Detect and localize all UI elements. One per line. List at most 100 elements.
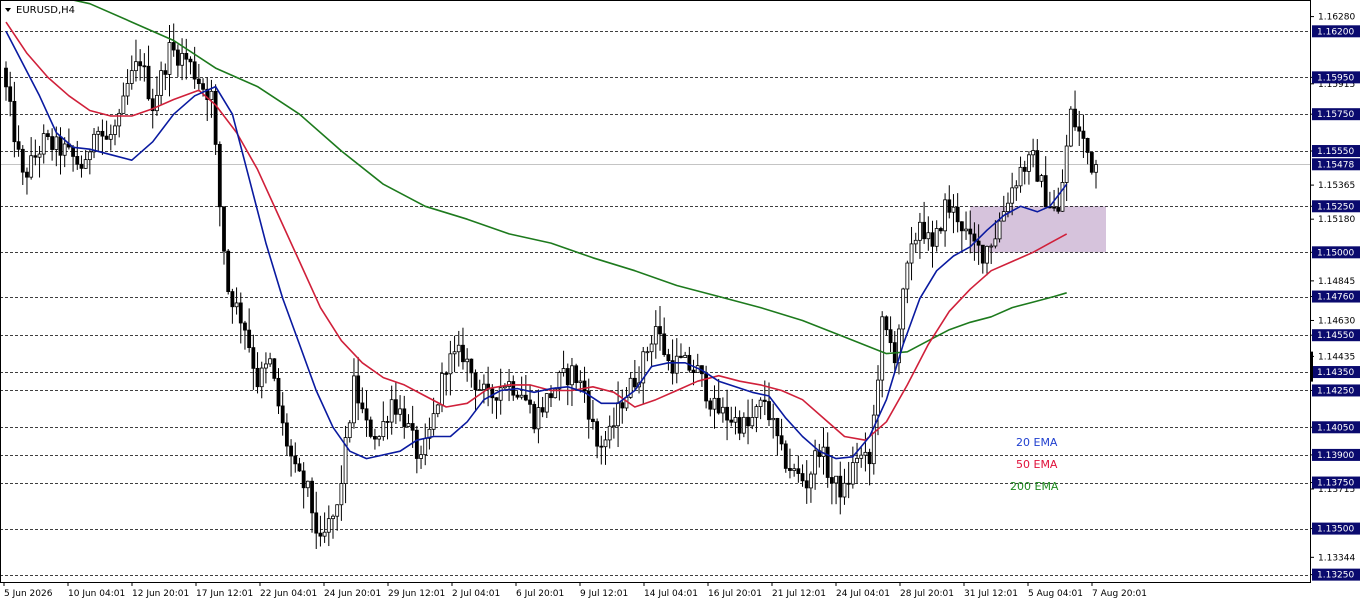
candle-body [226, 250, 231, 292]
candle-body [876, 379, 880, 416]
price-chart[interactable]: 1.162801.159501.159151.157501.155501.153… [0, 0, 1362, 603]
candle-body [574, 365, 579, 383]
candle-body [951, 206, 956, 213]
legend-entry: 50 EMA [1016, 458, 1058, 471]
candle-body [913, 239, 918, 245]
candle-body [674, 355, 679, 374]
x-tick-label: 17 Jun 12:01 [196, 589, 253, 599]
candle-body [1039, 175, 1044, 182]
price-axis-marker [1310, 351, 1313, 382]
candle-body [926, 232, 931, 240]
x-tick-label: 9 Jul 12:01 [580, 589, 628, 599]
candle-body [444, 373, 449, 375]
candle-body [611, 425, 616, 428]
y-tick-label: 1.15180 [1318, 215, 1355, 225]
legend-entry: 20 EMA [1016, 436, 1058, 449]
candle-body [775, 417, 780, 437]
candle-body [276, 377, 281, 407]
candle-body [393, 399, 398, 415]
candle-body [599, 445, 604, 448]
x-tick-label: 24 Jul 04:01 [836, 589, 890, 599]
level-label: 1.13900 [1317, 451, 1354, 461]
candle-body [733, 417, 738, 423]
y-tick-label: 1.14630 [1318, 316, 1355, 326]
candle-body [591, 418, 595, 423]
x-tick-label: 5 Aug 04:01 [1028, 589, 1083, 599]
candle-body [767, 401, 771, 421]
candle-body [846, 482, 851, 485]
candle-body [138, 61, 143, 67]
candle-body [632, 377, 637, 388]
candle-body [196, 78, 201, 85]
candle-body [423, 437, 428, 456]
candle-body [658, 326, 662, 335]
candle-body [448, 353, 453, 375]
candle-body [901, 288, 906, 330]
candle-body [804, 480, 809, 489]
candle-body [54, 136, 59, 150]
candle-body [809, 473, 813, 489]
candle-body [796, 468, 801, 474]
candle-body [79, 163, 84, 169]
candle-body [582, 380, 587, 392]
x-tick-label: 16 Jul 20:01 [708, 589, 762, 599]
candle-body [532, 403, 537, 430]
candle-body [561, 368, 566, 373]
time-axis[interactable]: 5 Jun 2026 10 Jun 04:01 12 Jun 20:01 17 Jun… [3, 582, 1147, 599]
candle-body [909, 243, 914, 264]
candle-body [125, 83, 130, 97]
candle-body [16, 141, 21, 150]
candle-body [691, 369, 696, 373]
candle-body [750, 417, 755, 427]
candle-body [1035, 150, 1040, 182]
candle-body [792, 468, 797, 471]
candle-body [725, 406, 729, 421]
candle-body [20, 148, 25, 173]
candle-body [188, 58, 193, 63]
candle-body [465, 358, 470, 363]
candle-body [247, 329, 252, 348]
candle-body [389, 399, 394, 423]
candle-body [268, 358, 273, 365]
candle-body [8, 86, 13, 102]
candle-body [943, 199, 947, 232]
candle-body [175, 49, 180, 66]
x-tick-label: 6 Jul 20:01 [516, 589, 564, 599]
candle-body [4, 67, 8, 88]
candle-body [108, 134, 113, 140]
candle-body [184, 52, 189, 60]
candle-body [771, 417, 776, 421]
candle-body [29, 155, 34, 178]
x-tick-label: 10 Jun 04:01 [68, 589, 125, 599]
candle-body [779, 435, 784, 445]
candle-body [469, 358, 474, 374]
candle-body [607, 425, 612, 441]
dropdown-arrow-icon[interactable] [5, 8, 11, 12]
level-label: 1.15950 [1317, 73, 1354, 83]
candle-body [834, 475, 838, 484]
candle-body [234, 302, 239, 308]
candle-body [1068, 108, 1073, 147]
candle-body [62, 143, 67, 156]
candle-body [884, 316, 889, 331]
candle-body [326, 518, 331, 533]
level-label: 1.13750 [1317, 479, 1354, 489]
legend-entry: 200 EMA [1010, 480, 1059, 493]
level-label: 1.13250 [1317, 571, 1354, 581]
candle-body [230, 291, 235, 308]
candle-body [1014, 185, 1019, 189]
candle-body [356, 375, 361, 404]
candle-body [33, 155, 38, 158]
ema-legend: 20 EMA 50 EMA 200 EMA [1010, 436, 1059, 493]
candle-body [955, 206, 960, 223]
candle-body [540, 407, 545, 413]
candle-body [712, 397, 717, 410]
candle-body [440, 373, 444, 406]
candle-body [297, 463, 302, 472]
candle-body [595, 421, 600, 447]
candle-body [519, 394, 524, 398]
x-tick-label: 12 Jun 20:01 [132, 589, 189, 599]
chart-window[interactable]: 1.162801.159501.159151.157501.155501.153… [0, 0, 1362, 603]
candle-body [264, 363, 268, 369]
candle-body [918, 221, 922, 241]
